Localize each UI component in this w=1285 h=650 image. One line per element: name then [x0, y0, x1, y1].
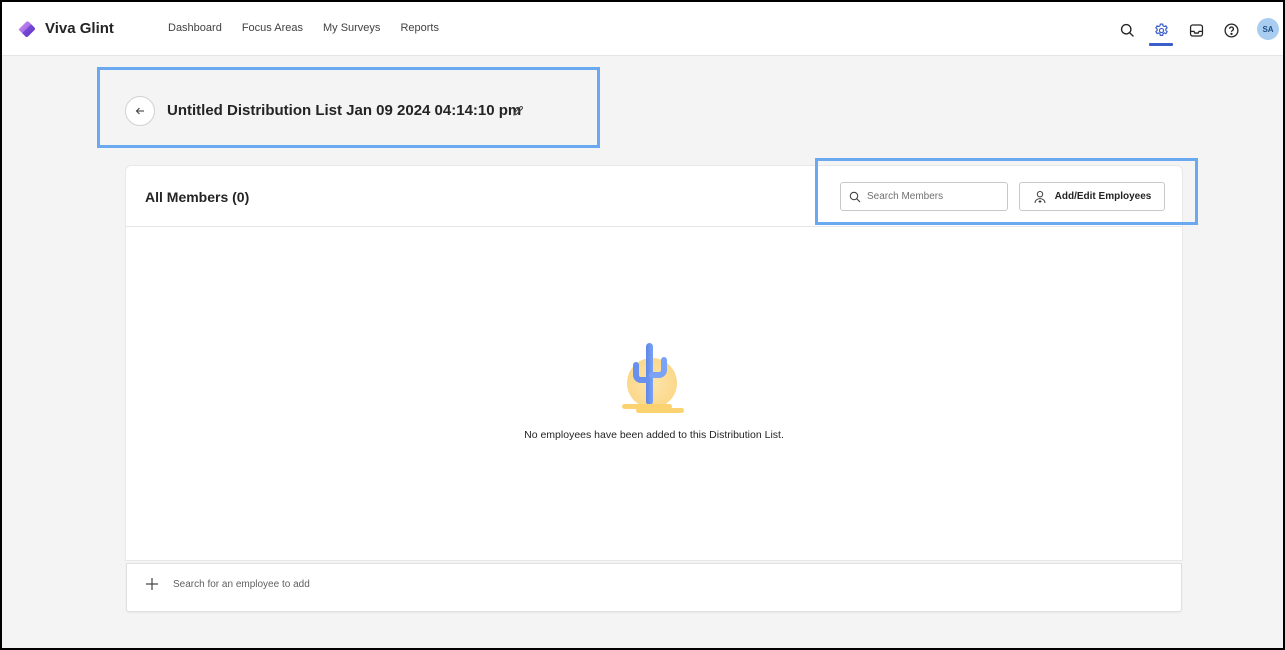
search-icon — [1120, 23, 1134, 37]
empty-state: No employees have been added to this Dis… — [126, 341, 1182, 441]
search-members-input[interactable] — [867, 191, 997, 202]
members-card: All Members (0) Add/Edit Employees — [125, 165, 1183, 561]
inbox-button[interactable] — [1186, 20, 1206, 40]
cactus-illustration-icon — [622, 343, 684, 413]
nav-my-surveys[interactable]: My Surveys — [323, 22, 380, 34]
search-icon — [849, 191, 861, 202]
search-button[interactable] — [1117, 20, 1137, 40]
add-edit-employees-label: Add/Edit Employees — [1054, 191, 1152, 202]
plus-icon[interactable] — [145, 577, 159, 591]
members-card-header: All Members (0) Add/Edit Employees — [126, 166, 1182, 227]
settings-active-indicator — [1149, 43, 1173, 46]
back-button[interactable] — [125, 96, 155, 126]
arrow-left-icon — [135, 107, 144, 115]
settings-button[interactable] — [1151, 20, 1171, 40]
page-title: Untitled Distribution List Jan 09 2024 0… — [167, 102, 522, 119]
search-members-field[interactable] — [840, 182, 1008, 211]
app-window: Viva Glint Dashboard Focus Areas My Surv… — [2, 2, 1283, 648]
user-avatar[interactable]: SA — [1257, 18, 1279, 40]
nav-dashboard[interactable]: Dashboard — [168, 22, 222, 34]
brand-name: Viva Glint — [45, 20, 114, 37]
pencil-icon[interactable] — [512, 105, 524, 117]
members-title: All Members (0) — [145, 189, 250, 205]
add-edit-employees-button[interactable]: Add/Edit Employees — [1019, 182, 1165, 211]
empty-state-message: No employees have been added to this Dis… — [524, 429, 784, 441]
person-add-icon — [1034, 190, 1046, 203]
add-employee-bar — [126, 563, 1182, 612]
viva-glint-logo-icon — [18, 21, 35, 38]
employee-search-input[interactable] — [173, 579, 773, 590]
top-navigation-bar: Viva Glint Dashboard Focus Areas My Surv… — [2, 2, 1283, 56]
help-button[interactable] — [1221, 20, 1241, 40]
inbox-icon — [1189, 23, 1203, 37]
nav-reports[interactable]: Reports — [400, 22, 439, 34]
help-icon — [1223, 22, 1239, 38]
nav-focus-areas[interactable]: Focus Areas — [242, 22, 303, 34]
gear-icon — [1154, 23, 1168, 36]
main-nav: Dashboard Focus Areas My Surveys Reports — [168, 22, 439, 34]
